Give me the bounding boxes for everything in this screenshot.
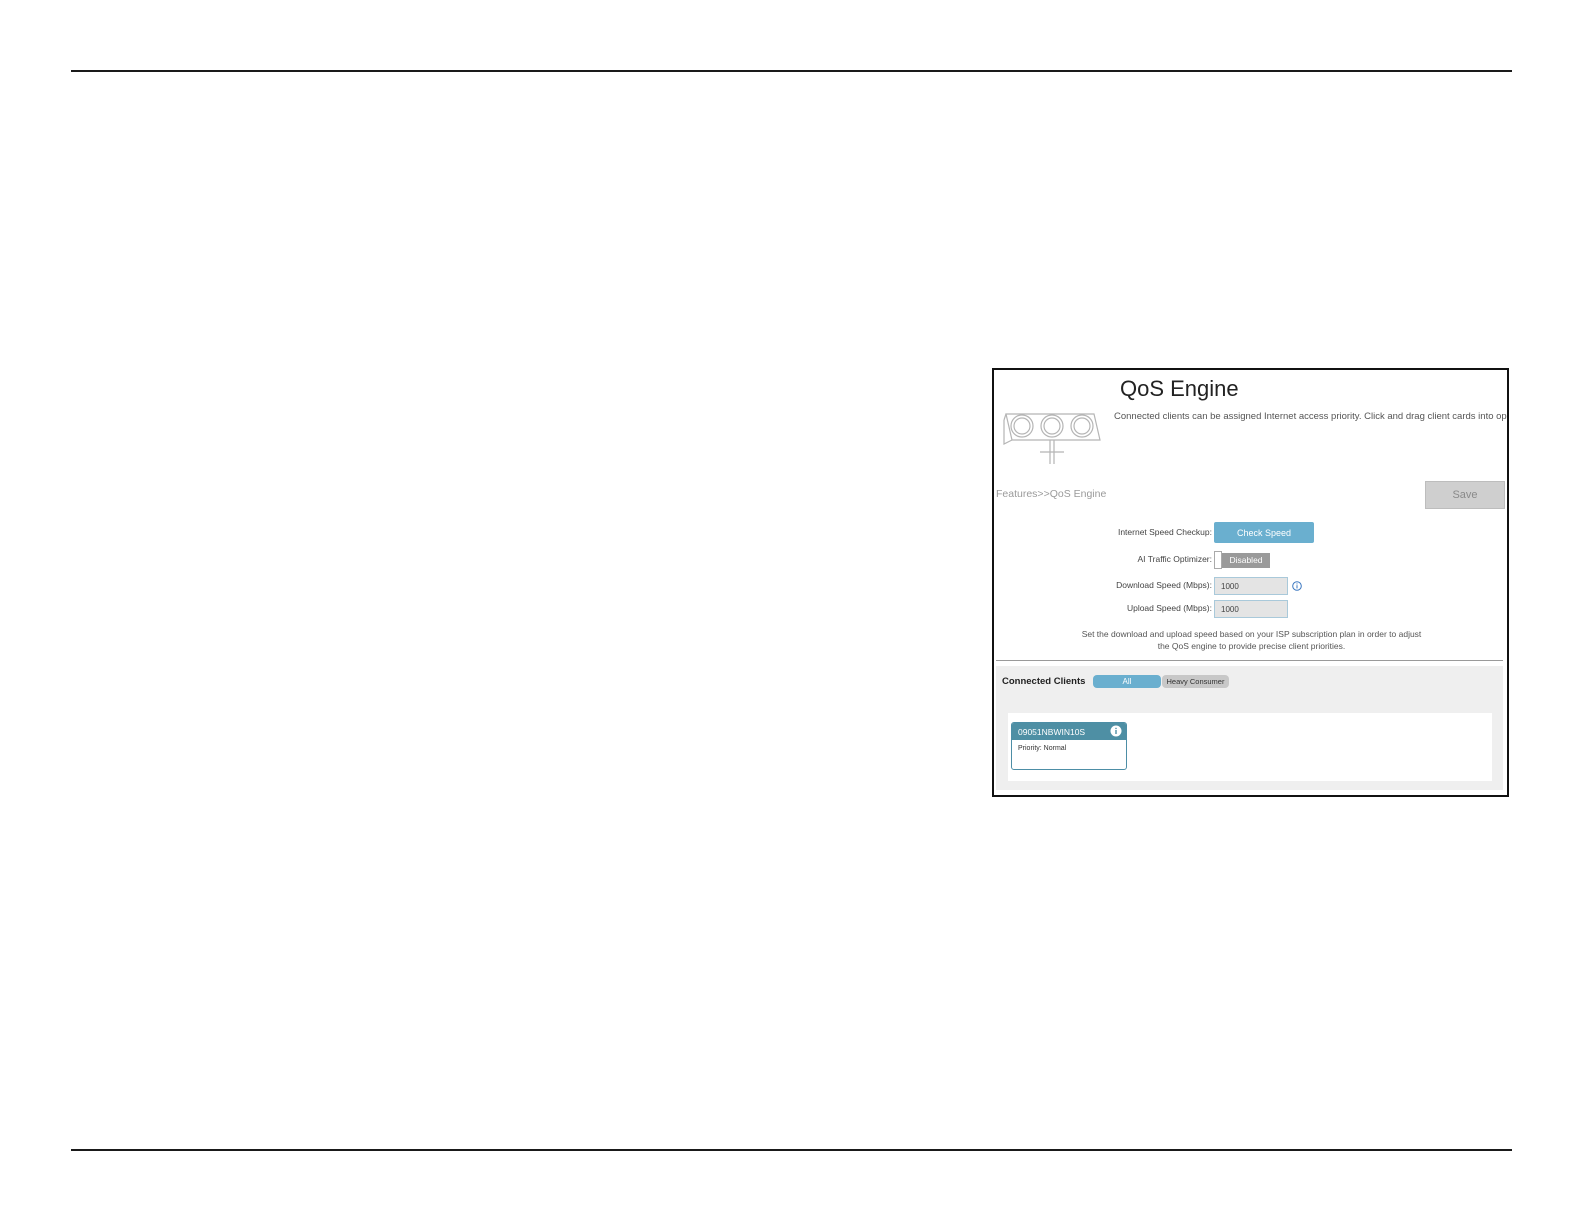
upload-speed-label: Upload Speed (Mbps): [1126, 603, 1212, 613]
upload-speed-input[interactable]: 1000 [1214, 600, 1288, 618]
info-icon[interactable] [1292, 581, 1302, 591]
helper-line-1: Set the download and upload speed based … [1081, 629, 1422, 639]
page-title: QoS Engine [1120, 376, 1239, 401]
connected-clients-title: Connected Clients [1002, 676, 1086, 687]
client-card-area: 09051NBWIN10S Priority: Normal [1008, 713, 1492, 781]
qos-engine-screenshot: QoS Engine Connected clients can be assi… [992, 368, 1509, 797]
breadcrumb[interactable]: Features>>QoS Engine [996, 488, 1106, 500]
save-button[interactable]: Save [1425, 481, 1505, 509]
ai-optimizer-toggle[interactable]: Disabled [1214, 551, 1270, 569]
speed-helper-text: Set the download and upload speed based … [1064, 628, 1439, 652]
toggle-state-label: Disabled [1222, 552, 1270, 568]
info-icon[interactable] [1110, 725, 1122, 737]
speed-checkup-label: Internet Speed Checkup: [1117, 527, 1212, 537]
client-card[interactable]: 09051NBWIN10S Priority: Normal [1011, 722, 1127, 770]
helper-line-2: the QoS engine to provide precise client… [1157, 641, 1346, 651]
traffic-lights-icon [1003, 413, 1101, 464]
connected-clients-panel: Connected Clients All Heavy Consumer 090… [996, 666, 1503, 790]
filter-all-button[interactable]: All [1093, 675, 1161, 688]
check-speed-button[interactable]: Check Speed [1214, 522, 1314, 543]
download-speed-label: Download Speed (Mbps): [1116, 580, 1212, 590]
client-priority: Priority: Normal [1018, 745, 1067, 752]
filter-heavy-consumer-button[interactable]: Heavy Consumer [1162, 675, 1229, 688]
section-divider [996, 660, 1503, 661]
toggle-knob [1214, 551, 1222, 569]
ai-optimizer-label: AI Traffic Optimizer: [1137, 554, 1212, 564]
top-rule [71, 70, 1512, 72]
download-speed-input[interactable]: 1000 [1214, 577, 1288, 595]
page-description: Connected clients can be assigned Intern… [1114, 411, 1509, 422]
client-name: 09051NBWIN10S [1018, 726, 1086, 737]
client-card-header: 09051NBWIN10S [1012, 723, 1126, 740]
bottom-rule [71, 1149, 1512, 1151]
